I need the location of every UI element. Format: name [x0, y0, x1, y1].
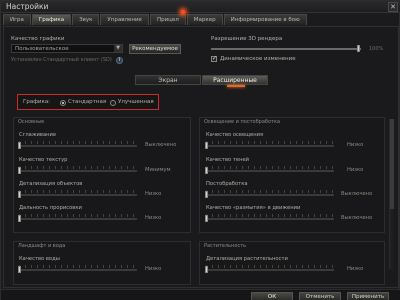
radio-standard[interactable] — [60, 100, 66, 106]
group-vegetation-title: Растительность — [204, 243, 247, 249]
antialiasing-slider[interactable] — [19, 145, 137, 147]
graphics-mode-box: Графика: Стандартная Улучшенная — [17, 94, 159, 110]
motion-blur-slider-handle[interactable] — [205, 215, 208, 222]
group-landscape: Ландшафт и вода — [13, 241, 191, 285]
tab-marker[interactable]: Маркер — [186, 14, 223, 25]
lighting-quality-value: Низко — [347, 142, 364, 148]
tab-battle-info[interactable]: Информирование в бою — [223, 14, 307, 25]
title-bar: Настройки ✕ — [1, 1, 400, 13]
postprocessing-ticks — [206, 190, 334, 193]
lighting-quality-slider-handle[interactable] — [205, 142, 208, 149]
postprocessing-slider[interactable] — [206, 194, 334, 196]
draw-distance-ticks — [19, 214, 137, 217]
apply-button[interactable]: Применить — [347, 292, 389, 300]
motion-blur-slider[interactable] — [206, 218, 334, 220]
subtabs: Экран Расширенные — [135, 75, 269, 85]
motion-blur-ticks — [206, 214, 334, 217]
settings-tabs: Игра Графика Звук Управление Прицел Марк… — [3, 14, 308, 26]
vegetation-detail-slider[interactable] — [206, 269, 334, 271]
preset-note: Установлен Стандартный клиент (SD) — [11, 57, 112, 63]
lighting-quality-ticks — [206, 141, 334, 144]
resolution-label: Разрешение 3D рендера — [211, 36, 283, 42]
object-detail-value: Низко — [145, 191, 162, 197]
vegetation-detail-slider-handle[interactable] — [205, 266, 208, 273]
scrollbar-thumb[interactable] — [390, 119, 394, 209]
draw-distance-slider-handle[interactable] — [18, 215, 21, 222]
scrollbar[interactable] — [389, 119, 394, 269]
resolution-slider-handle[interactable] — [357, 45, 360, 52]
group-lighting-title: Освещение и постобработка — [204, 119, 281, 125]
texture-quality-slider[interactable] — [19, 170, 137, 172]
shadow-quality-label: Качество теней — [206, 157, 250, 163]
vegetation-detail-label: Детализация растительности — [206, 256, 288, 262]
shadow-quality-slider[interactable] — [206, 170, 334, 172]
group-vegetation: Растительность — [199, 241, 385, 285]
graphics-mode-label: Графика: — [23, 99, 51, 105]
draw-distance-value: Низко — [145, 215, 162, 221]
motion-blur-value: Выключено — [341, 215, 373, 221]
tab-controls[interactable]: Управление — [100, 14, 149, 25]
radio-standard-label: Стандартная — [68, 99, 107, 105]
antialiasing-slider-handle[interactable] — [18, 142, 21, 149]
settings-window: Настройки ✕ Игра Графика Звук Управление… — [0, 0, 400, 300]
resolution-slider-fill — [211, 48, 361, 50]
draw-distance-label: Дальность прорисовки — [19, 205, 82, 211]
footer: ОК Отменить Применить — [1, 289, 400, 300]
group-landscape-title: Ландшафт и вода — [18, 243, 66, 249]
tab-sight[interactable]: Прицел — [149, 14, 186, 25]
radio-improved-label: Улучшенная — [118, 99, 154, 105]
chevron-down-icon: ▼ — [114, 45, 122, 52]
antialiasing-ticks — [19, 141, 137, 144]
info-icon[interactable]: i — [116, 57, 123, 64]
radio-improved[interactable] — [110, 100, 116, 106]
dynamic-resolution-label: Динамическое изменение — [220, 56, 296, 62]
quality-label: Качество графики — [11, 36, 65, 42]
shadow-quality-ticks — [206, 166, 334, 169]
active-tab-indicator — [227, 85, 245, 87]
tab-screen[interactable]: Экран — [135, 75, 201, 85]
water-quality-slider-handle[interactable] — [18, 266, 21, 273]
quality-select-value: Пользовательское — [15, 46, 69, 52]
vegetation-detail-ticks — [206, 265, 334, 268]
recommend-button[interactable]: Рекомендуемое — [129, 44, 181, 54]
texture-quality-value: Минимум — [145, 167, 171, 173]
texture-quality-slider-handle[interactable] — [18, 167, 21, 174]
tab-advanced[interactable]: Расширенные — [202, 75, 268, 85]
resolution-slider[interactable] — [211, 48, 361, 50]
resolution-value: 100% — [369, 46, 384, 52]
window-title: Настройки — [6, 2, 49, 11]
cancel-button[interactable]: Отменить — [299, 292, 341, 300]
antialiasing-label: Сглаживание — [19, 132, 57, 138]
tab-sound[interactable]: Звук — [72, 14, 100, 25]
dynamic-resolution-checkbox[interactable] — [211, 55, 217, 62]
water-quality-value: Низко — [145, 266, 162, 272]
texture-quality-label: Качество текстур — [19, 157, 68, 163]
lighting-quality-label: Качество освещения — [206, 132, 264, 138]
ok-button[interactable]: ОК — [251, 292, 293, 300]
motion-blur-label: Качество «размытия» в движении — [206, 205, 301, 211]
group-main-title: Основные — [18, 119, 45, 125]
shadow-quality-value: Низко — [347, 167, 364, 173]
tab-game[interactable]: Игра — [3, 14, 31, 25]
quality-select[interactable]: Пользовательское ▼ — [11, 44, 123, 53]
object-detail-slider-handle[interactable] — [18, 191, 21, 198]
close-icon[interactable]: ✕ — [388, 2, 398, 12]
draw-distance-slider[interactable] — [19, 218, 137, 220]
postprocessing-label: Постобработка — [206, 181, 248, 187]
texture-quality-ticks — [19, 166, 137, 169]
vegetation-detail-value: Низко — [347, 266, 364, 272]
object-detail-ticks — [19, 190, 137, 193]
shadow-quality-slider-handle[interactable] — [205, 167, 208, 174]
tab-graphics[interactable]: Графика — [31, 14, 72, 25]
object-detail-slider[interactable] — [19, 194, 137, 196]
lighting-quality-slider[interactable] — [206, 145, 334, 147]
water-quality-label: Качество воды — [19, 256, 60, 262]
postprocessing-slider-handle[interactable] — [205, 191, 208, 198]
antialiasing-value: Выключено — [145, 142, 177, 148]
water-quality-slider[interactable] — [19, 269, 137, 271]
water-quality-ticks — [19, 265, 137, 268]
postprocessing-value: Выключено — [341, 191, 373, 197]
notification-glow-icon — [181, 10, 185, 14]
object-detail-label: Детализация объектов — [19, 181, 83, 187]
